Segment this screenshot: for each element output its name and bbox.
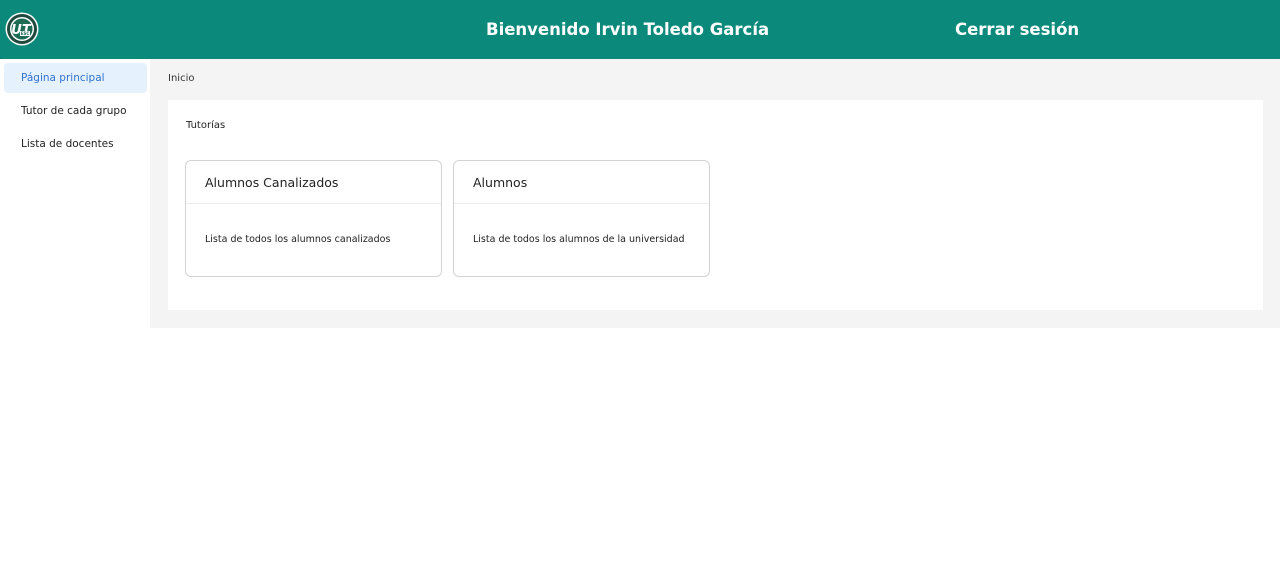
card-alumnos[interactable]: Alumnos Lista de todos los alumnos de la…	[453, 160, 710, 277]
svg-text:ESC: ESC	[21, 31, 30, 36]
card-title: Alumnos Canalizados	[186, 161, 441, 204]
sidebar-item-pagina-principal[interactable]: Página principal	[4, 63, 147, 93]
card-title: Alumnos	[454, 161, 709, 204]
welcome-message: Bienvenido Irvin Toledo García	[486, 20, 770, 39]
section-title: Tutorías	[186, 120, 226, 131]
logout-button[interactable]: Cerrar sesión	[955, 0, 1079, 59]
breadcrumb: Inicio	[168, 73, 195, 84]
sidebar-item-tutor-de-cada-grupo[interactable]: Tutor de cada grupo	[4, 96, 147, 126]
card-description: Lista de todos los alumnos de la univers…	[473, 234, 685, 245]
tutorias-panel: Tutorías Alumnos Canalizados Lista de to…	[168, 100, 1263, 310]
card-alumnos-canalizados[interactable]: Alumnos Canalizados Lista de todos los a…	[185, 160, 442, 277]
ut-university-seal-icon[interactable]: UT ESC	[5, 12, 39, 46]
top-header: UT ESC Bienvenido Irvin Toledo García Ce…	[0, 0, 1280, 59]
main-content: Inicio Tutorías Alumnos Canalizados List…	[150, 59, 1280, 328]
sidebar: Página principal Tutor de cada grupo Lis…	[0, 59, 150, 587]
sidebar-item-lista-de-docentes[interactable]: Lista de docentes	[4, 129, 147, 159]
card-description: Lista de todos los alumnos canalizados	[205, 234, 391, 245]
